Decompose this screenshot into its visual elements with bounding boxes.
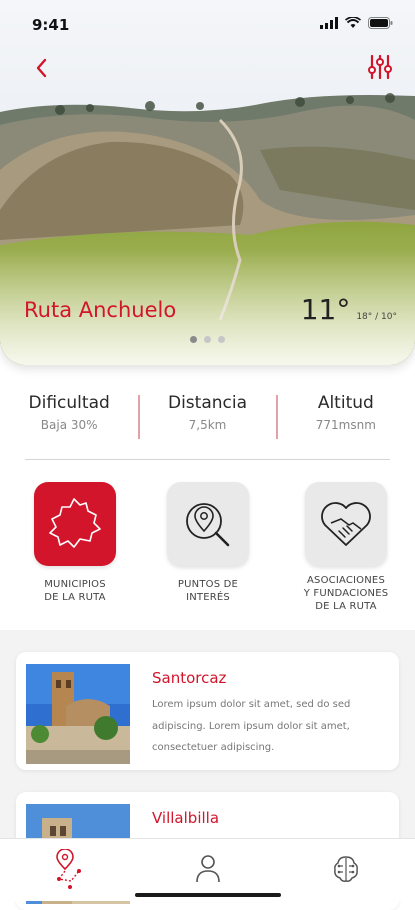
- back-button[interactable]: [28, 54, 56, 82]
- category-tile[interactable]: [167, 482, 249, 566]
- home-indicator: [135, 893, 281, 897]
- stat-label: Altitud: [317, 393, 374, 413]
- chevron-left-icon: [36, 58, 47, 78]
- category-label: PUNTOS DE INTERÉS: [177, 579, 239, 603]
- category-tile[interactable]: [305, 482, 387, 566]
- route-pin-icon: [56, 849, 81, 889]
- signal-icon: [320, 17, 338, 29]
- stat-value: Baja 30%: [40, 418, 98, 432]
- divider: [25, 459, 390, 460]
- user-icon: [196, 855, 220, 883]
- nav-profile[interactable]: [188, 849, 228, 889]
- place-card-santorcaz[interactable]: Santorcaz Lorem ipsum dolor sit amet, se…: [16, 652, 399, 770]
- carousel-dot[interactable]: [204, 336, 211, 343]
- hero-banner: 9:41 Ruta Anchuelo 11° 18° / 10°: [0, 0, 415, 365]
- category-municipios[interactable]: MUNICIPIOS DE LA RUTA: [15, 482, 135, 604]
- category-asociaciones[interactable]: ASOCIACIONES Y FUNDACIONES DE LA RUTA: [286, 482, 406, 613]
- stat-altitude: Altitud 771msnm: [277, 393, 415, 443]
- map-region-icon: [49, 498, 101, 548]
- place-title: Villalbilla: [152, 809, 220, 827]
- status-bar: 9:41: [0, 0, 415, 48]
- stat-label: Distancia: [167, 393, 247, 413]
- stat-value: 771msnm: [315, 418, 376, 432]
- stat-difficulty: Dificultad Baja 30%: [0, 393, 138, 443]
- status-time: 9:41: [32, 16, 70, 34]
- place-description: Lorem ipsum dolor sit amet, sed do sed a…: [152, 699, 351, 753]
- filter-button[interactable]: [365, 52, 395, 82]
- nav-route[interactable]: [50, 849, 90, 889]
- temperature-range: 18° / 10°: [356, 312, 397, 322]
- stat-value: 7,5km: [188, 418, 227, 432]
- battery-icon: [368, 17, 393, 29]
- place-image: [26, 664, 130, 764]
- location-search-icon: [186, 503, 230, 547]
- stat-divider: [276, 395, 278, 439]
- wifi-icon: [345, 17, 361, 28]
- temperature: 11°: [300, 293, 351, 326]
- status-icons: [320, 17, 393, 29]
- stat-distance: Distancia 7,5km: [138, 393, 276, 443]
- carousel-dot[interactable]: [190, 336, 197, 343]
- category-label: MUNICIPIOS DE LA RUTA: [44, 579, 106, 603]
- carousel-dots[interactable]: [0, 336, 415, 343]
- places-list: Santorcaz Lorem ipsum dolor sit amet, se…: [0, 630, 415, 910]
- stat-label: Dificultad: [28, 393, 110, 413]
- weather-widget: 11° 18° / 10°: [301, 294, 397, 326]
- route-title: Ruta Anchuelo: [24, 298, 177, 322]
- place-title: Santorcaz: [152, 669, 227, 687]
- route-stats: Dificultad Baja 30% Distancia 7,5km Alti…: [0, 393, 415, 443]
- carousel-dot[interactable]: [218, 336, 225, 343]
- category-label: ASOCIACIONES Y FUNDACIONES DE LA RUTA: [303, 575, 389, 612]
- nav-ideas[interactable]: [326, 849, 366, 889]
- category-tile[interactable]: [34, 482, 116, 566]
- category-puntos-interes[interactable]: PUNTOS DE INTERÉS: [148, 482, 268, 604]
- stat-divider: [138, 395, 140, 439]
- heart-handshake-icon: [321, 502, 371, 546]
- sliders-icon: [368, 54, 392, 80]
- bottom-nav: [0, 838, 415, 901]
- brain-circuit-icon: [334, 856, 358, 882]
